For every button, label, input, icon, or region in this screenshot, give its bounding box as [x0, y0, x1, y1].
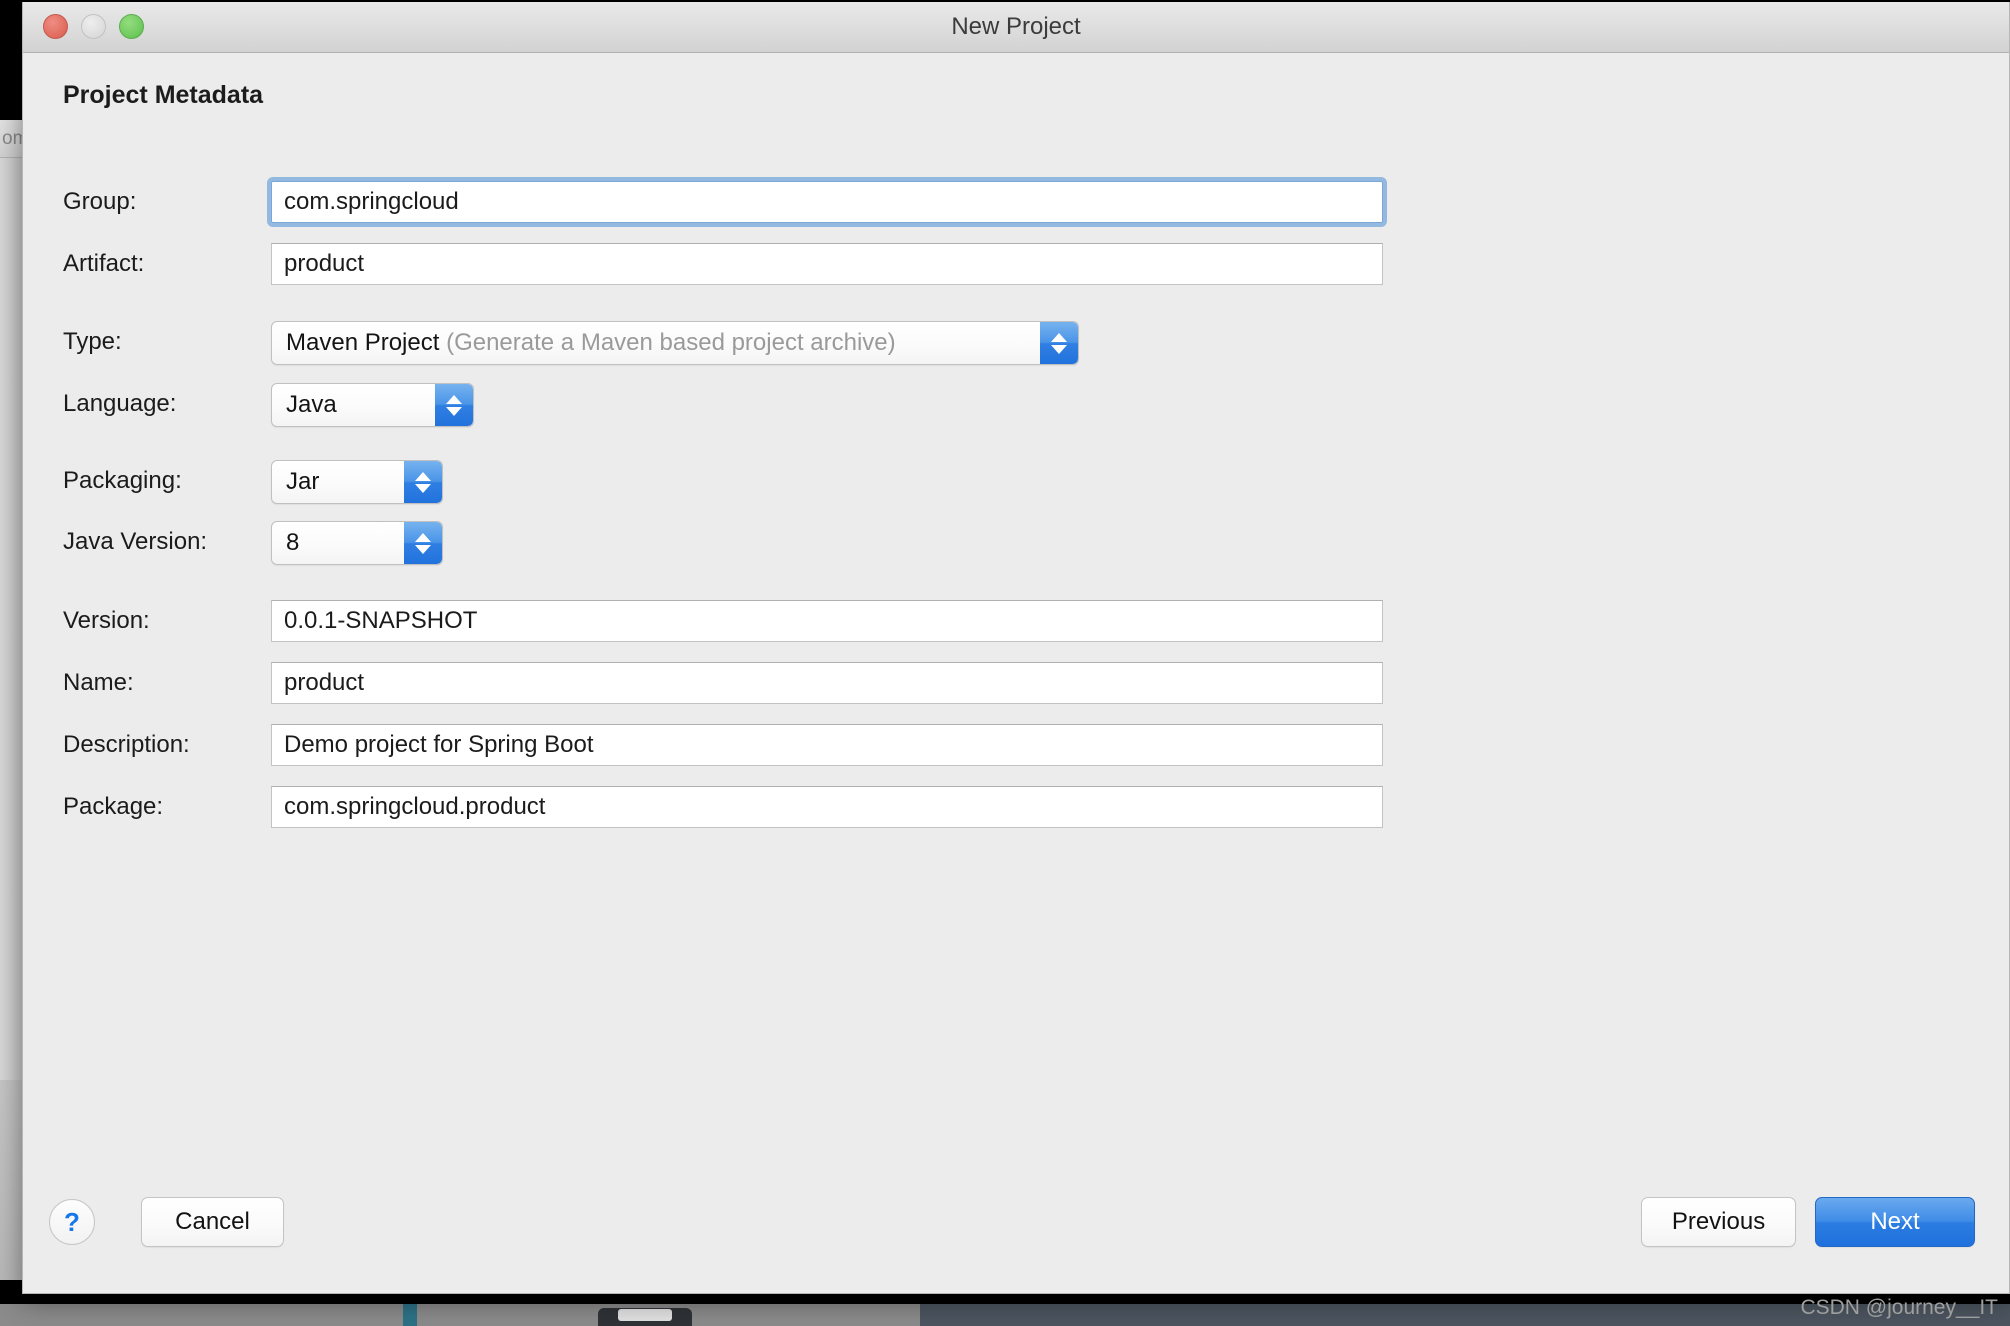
java-version-dropdown-value: 8: [286, 529, 300, 556]
window-title: New Project: [951, 13, 1081, 40]
language-label: Language:: [63, 390, 177, 417]
group-input[interactable]: com.springcloud: [267, 177, 1387, 227]
version-input[interactable]: 0.0.1-SNAPSHOT: [271, 600, 1383, 642]
chevron-down-icon: [415, 544, 431, 554]
java-version-label: Java Version:: [63, 528, 208, 555]
chevron-down-icon: [446, 406, 462, 416]
name-label: Name:: [63, 669, 134, 696]
help-button[interactable]: ?: [49, 1199, 95, 1245]
packaging-dropdown-value: Jar: [286, 468, 320, 495]
dialog-content: Project Metadata Group: com.springcloud …: [23, 53, 2009, 1231]
new-project-dialog: New Project Project Metadata Group: com.…: [22, 2, 2010, 1294]
field-row-group: Group: com.springcloud: [23, 177, 2009, 227]
type-dropdown-value: Maven Project (Generate a Maven based pr…: [286, 322, 896, 364]
type-dropdown-hint: (Generate a Maven based project archive): [446, 329, 896, 356]
cancel-button[interactable]: Cancel: [141, 1197, 284, 1247]
language-stepper-icon[interactable]: [435, 384, 473, 426]
field-row-language: Language: Java: [23, 383, 2009, 427]
field-row-description: Description: Demo project for Spring Boo…: [23, 724, 2009, 766]
field-row-name: Name: product: [23, 662, 2009, 704]
field-row-package: Package: com.springcloud.product: [23, 786, 2009, 828]
field-row-packaging: Packaging: Jar: [23, 460, 2009, 504]
chevron-up-icon: [1051, 332, 1067, 342]
artifact-label: Artifact:: [63, 250, 145, 277]
description-input[interactable]: Demo project for Spring Boot: [271, 724, 1383, 766]
field-row-java-version: Java Version: 8: [23, 521, 2009, 565]
previous-button[interactable]: Previous: [1641, 1197, 1796, 1247]
description-label: Description:: [63, 731, 190, 758]
packaging-label: Packaging:: [63, 467, 182, 494]
type-label: Type:: [63, 328, 122, 355]
watermark: CSDN @journey__IT: [1800, 1296, 1998, 1319]
field-row-type: Type: Maven Project (Generate a Maven ba…: [23, 321, 2009, 365]
section-title: Project Metadata: [63, 81, 264, 109]
language-dropdown[interactable]: Java: [271, 383, 474, 427]
packaging-stepper-icon[interactable]: [404, 461, 442, 503]
type-dropdown-selected: Maven Project: [286, 329, 440, 356]
desktop-background: om New Project Project Metadata Group: c…: [0, 0, 2010, 1326]
chevron-up-icon: [415, 532, 431, 542]
java-version-dropdown[interactable]: 8: [271, 521, 443, 565]
chevron-up-icon: [446, 394, 462, 404]
type-dropdown[interactable]: Maven Project (Generate a Maven based pr…: [271, 321, 1079, 365]
package-label: Package:: [63, 793, 164, 820]
name-input[interactable]: product: [271, 662, 1383, 704]
group-label: Group:: [63, 188, 137, 215]
artifact-input[interactable]: product: [271, 243, 1383, 285]
language-dropdown-value: Java: [286, 391, 337, 418]
dock-strip[interactable]: [0, 1304, 2010, 1326]
package-input[interactable]: com.springcloud.product: [271, 786, 1383, 828]
dock-app-icon[interactable]: [590, 1304, 700, 1326]
field-row-version: Version: 0.0.1-SNAPSHOT: [23, 600, 2009, 642]
chevron-up-icon: [415, 471, 431, 481]
dock-accent-marker: [403, 1304, 417, 1326]
dialog-titlebar[interactable]: New Project: [23, 2, 2009, 53]
type-stepper-icon[interactable]: [1040, 322, 1078, 364]
packaging-dropdown[interactable]: Jar: [271, 460, 443, 504]
java-version-stepper-icon[interactable]: [404, 522, 442, 564]
chevron-down-icon: [1051, 344, 1067, 354]
chevron-down-icon: [415, 483, 431, 493]
field-row-artifact: Artifact: product: [23, 243, 2009, 285]
dock-inner-strip: [0, 1304, 920, 1326]
next-button[interactable]: Next: [1815, 1197, 1975, 1247]
dialog-footer: ? Cancel Previous Next: [23, 1181, 2009, 1293]
version-label: Version:: [63, 607, 150, 634]
